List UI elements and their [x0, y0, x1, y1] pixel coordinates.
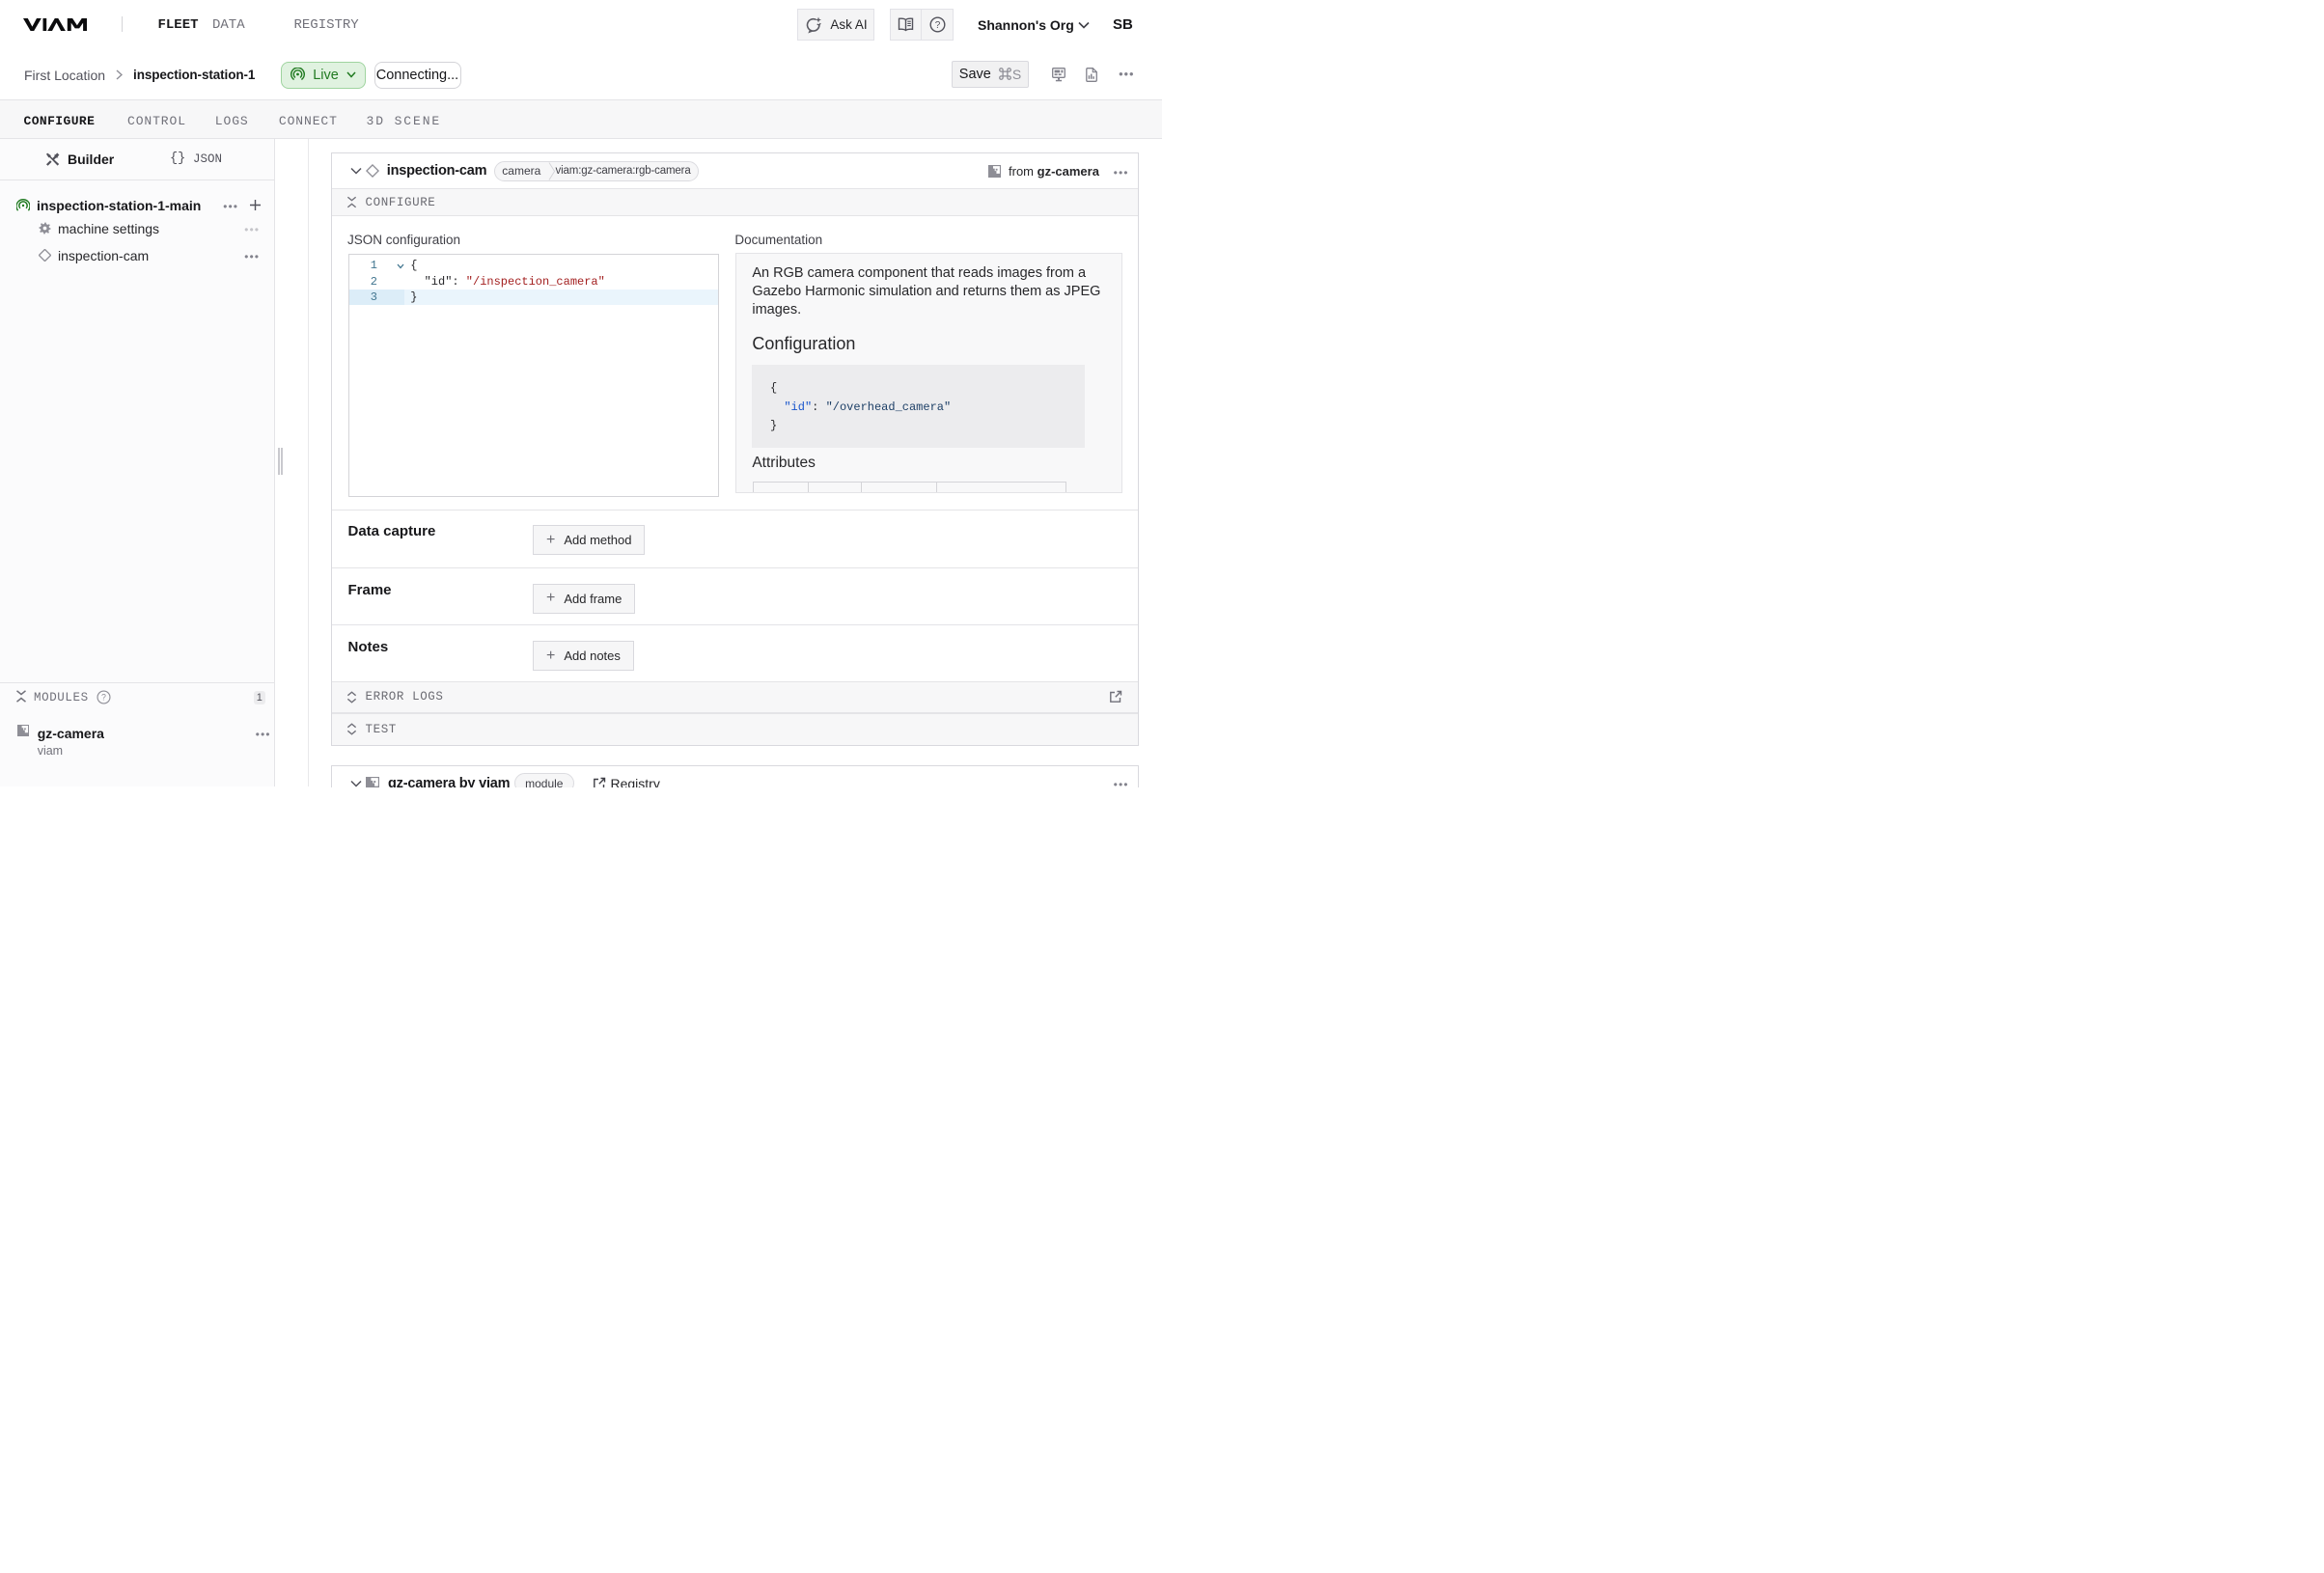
- svg-text:?: ?: [101, 693, 106, 703]
- svg-text:?: ?: [934, 20, 940, 31]
